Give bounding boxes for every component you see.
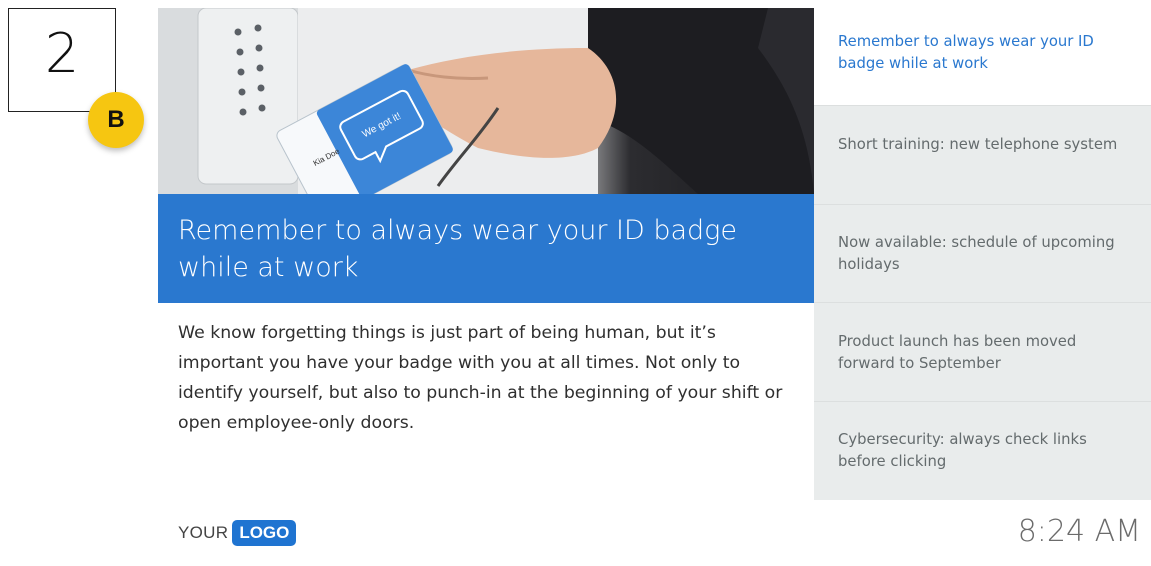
sidebar-item-label: Cybersecurity: always check links before… (838, 431, 1087, 470)
clock-time: 8:24 AM (1017, 514, 1141, 549)
sidebar-item-holiday-schedule[interactable]: Now available: schedule of upcoming holi… (814, 205, 1151, 303)
signage-screen: We got it! Kia Doe Remember to always we… (158, 8, 1151, 566)
sidebar-item-label: Now available: schedule of upcoming holi… (838, 234, 1115, 273)
sidebar-item-id-badge[interactable]: Remember to always wear your ID badge wh… (814, 8, 1151, 106)
sidebar-item-label: Short training: new telephone system (838, 136, 1118, 153)
news-sidebar: Remember to always wear your ID badge wh… (814, 8, 1151, 500)
sidebar-item-telephone-training[interactable]: Short training: new telephone system (814, 106, 1151, 205)
sidebar-item-label: Product launch has been moved forward to… (838, 333, 1077, 372)
footer-bar: YOUR LOGO 8:24 AM (158, 500, 1151, 566)
hero-image: We got it! Kia Doe (158, 8, 814, 194)
step-number: 2 (44, 22, 80, 85)
sidebar-item-cybersecurity[interactable]: Cybersecurity: always check links before… (814, 402, 1151, 500)
badge-photo-illustration: We got it! Kia Doe (158, 8, 814, 194)
featured-body: We know forgetting things is just part o… (178, 323, 783, 433)
slide-stage: 2 B We got it! Kia Doe Remember to alway… (0, 0, 1151, 566)
headline-banner: Remember to always wear your ID badge wh… (158, 194, 814, 303)
variant-badge: B (88, 92, 144, 148)
sidebar-item-product-launch[interactable]: Product launch has been moved forward to… (814, 303, 1151, 402)
sidebar-item-label: Remember to always wear your ID badge wh… (838, 33, 1094, 72)
company-logo: YOUR LOGO (178, 520, 297, 546)
featured-headline: Remember to always wear your ID badge wh… (178, 215, 737, 283)
logo-mark: LOGO (232, 520, 297, 546)
logo-text: YOUR (178, 523, 229, 542)
